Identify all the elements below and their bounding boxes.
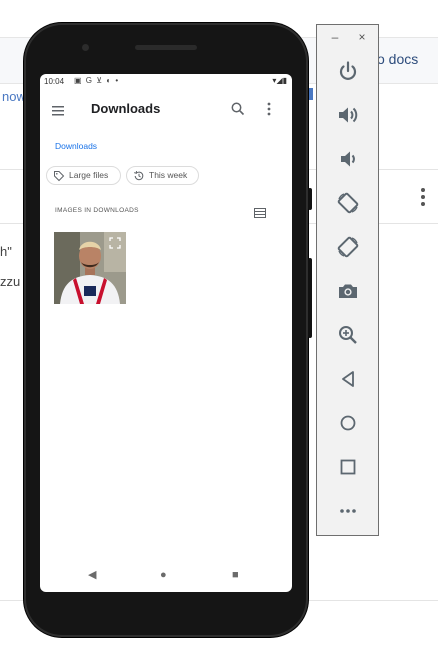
rotate-left-button[interactable] [336, 191, 360, 215]
phone-screen: 10:04 ▣ G ⊻ ◐ • ▾◢▮ Downloads Downloads … [40, 74, 292, 592]
this-week-chip[interactable]: This week [126, 166, 199, 185]
expand-icon[interactable] [109, 237, 121, 249]
back-icon [342, 371, 354, 387]
app-bar: Downloads [40, 90, 292, 130]
background-partial-text: zzu [0, 274, 21, 289]
camera-icon [339, 284, 357, 298]
earpiece-speaker [135, 45, 197, 50]
phone-device: 10:04 ▣ G ⊻ ◐ • ▾◢▮ Downloads Downloads … [24, 23, 312, 637]
close-button[interactable]: × [355, 30, 369, 44]
label-icon [54, 171, 65, 182]
overflow-menu-button[interactable] [265, 101, 273, 117]
front-camera [82, 44, 89, 51]
phone-side-button [308, 188, 312, 210]
chip-label: Large files [69, 170, 109, 180]
overview-button[interactable] [336, 455, 360, 479]
volume-down-button[interactable] [336, 147, 360, 171]
search-button[interactable] [230, 101, 246, 117]
now-link[interactable]: now [2, 89, 26, 104]
nav-home-button[interactable]: ● [160, 568, 174, 582]
background-more-button[interactable] [416, 186, 430, 208]
screenshot-button[interactable] [336, 279, 360, 303]
phone-volume-button [308, 258, 312, 338]
status-bar: 10:04 ▣ G ⊻ ◐ • ▾◢▮ [40, 74, 292, 90]
power-icon [339, 61, 357, 80]
large-files-chip[interactable]: Large files [46, 166, 121, 185]
system-status-icons: ▾◢▮ [272, 76, 287, 85]
page-title: Downloads [91, 101, 161, 116]
zoom-icon [339, 326, 357, 344]
back-button[interactable] [336, 367, 360, 391]
power-button[interactable] [336, 59, 360, 83]
menu-button[interactable] [52, 104, 72, 118]
volume-down-icon [341, 151, 355, 167]
zoom-button[interactable] [336, 323, 360, 347]
list-view-icon [254, 208, 266, 218]
system-nav-bar: ◀ ● ■ [40, 564, 292, 588]
background-partial-text: h" [0, 244, 12, 259]
search-icon [231, 102, 245, 116]
home-icon [340, 415, 356, 431]
chip-label: This week [149, 170, 188, 180]
list-view-toggle[interactable] [254, 205, 266, 218]
more-horiz-icon [340, 509, 356, 513]
minimize-button[interactable]: – [328, 30, 342, 44]
desktop: o docs now h" zzu 10:04 ▣ G ⊻ ◐ • ▾◢▮ Do… [0, 0, 438, 653]
nav-overview-button[interactable]: ■ [232, 568, 246, 582]
overview-icon [340, 459, 356, 475]
volume-up-button[interactable] [336, 103, 360, 127]
volume-up-icon [339, 107, 358, 123]
notification-icons: ▣ G ⊻ ◐ • [74, 76, 120, 85]
rotate-right-button[interactable] [336, 235, 360, 259]
hamburger-menu-icon [52, 106, 64, 116]
history-icon [134, 171, 144, 181]
docs-link[interactable]: o docs [377, 51, 418, 67]
home-button[interactable] [336, 411, 360, 435]
nav-back-button[interactable]: ◀ [88, 568, 102, 582]
status-time: 10:04 [44, 77, 65, 86]
more-vert-icon [421, 188, 425, 206]
rotate-right-icon [337, 236, 359, 258]
breadcrumb[interactable]: Downloads [55, 141, 97, 151]
section-header: IMAGES IN DOWNLOADS [55, 207, 139, 214]
more-vert-icon [267, 102, 271, 116]
image-thumbnail[interactable] [54, 232, 126, 304]
more-button[interactable] [336, 499, 360, 523]
emulator-toolbar: – × [316, 24, 379, 536]
rotate-left-icon [337, 192, 359, 214]
